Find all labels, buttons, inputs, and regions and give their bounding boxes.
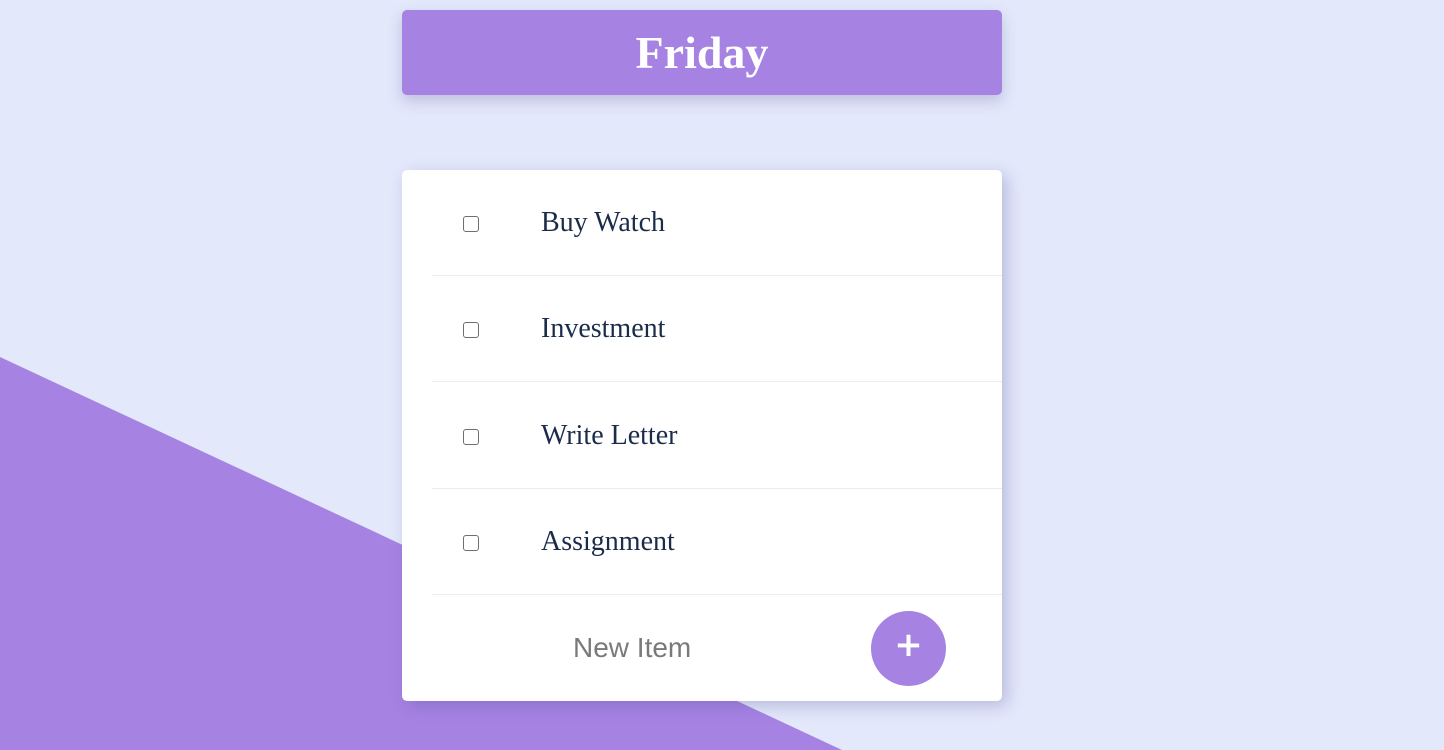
header-box: Friday bbox=[402, 10, 1002, 95]
plus-icon: + bbox=[894, 624, 923, 665]
item-label: Write Letter bbox=[541, 420, 678, 451]
todo-item[interactable]: Investment bbox=[432, 276, 1002, 382]
item-label: Assignment bbox=[541, 526, 675, 557]
new-item-form: + bbox=[402, 595, 1002, 701]
todo-item[interactable]: Write Letter bbox=[432, 383, 1002, 489]
new-item-input[interactable] bbox=[573, 630, 833, 666]
item-checkbox[interactable] bbox=[463, 322, 479, 338]
add-item-button[interactable]: + bbox=[871, 611, 946, 686]
todo-list-box: Buy Watch Investment Write Letter Assign… bbox=[402, 170, 1002, 701]
item-label: Buy Watch bbox=[541, 207, 665, 238]
item-checkbox[interactable] bbox=[463, 216, 479, 232]
todo-item[interactable]: Assignment bbox=[432, 489, 1002, 595]
page-title: Friday bbox=[635, 26, 769, 78]
todo-item[interactable]: Buy Watch bbox=[432, 170, 1002, 276]
item-checkbox[interactable] bbox=[463, 535, 479, 551]
item-checkbox[interactable] bbox=[463, 429, 479, 445]
item-label: Investment bbox=[541, 313, 666, 344]
